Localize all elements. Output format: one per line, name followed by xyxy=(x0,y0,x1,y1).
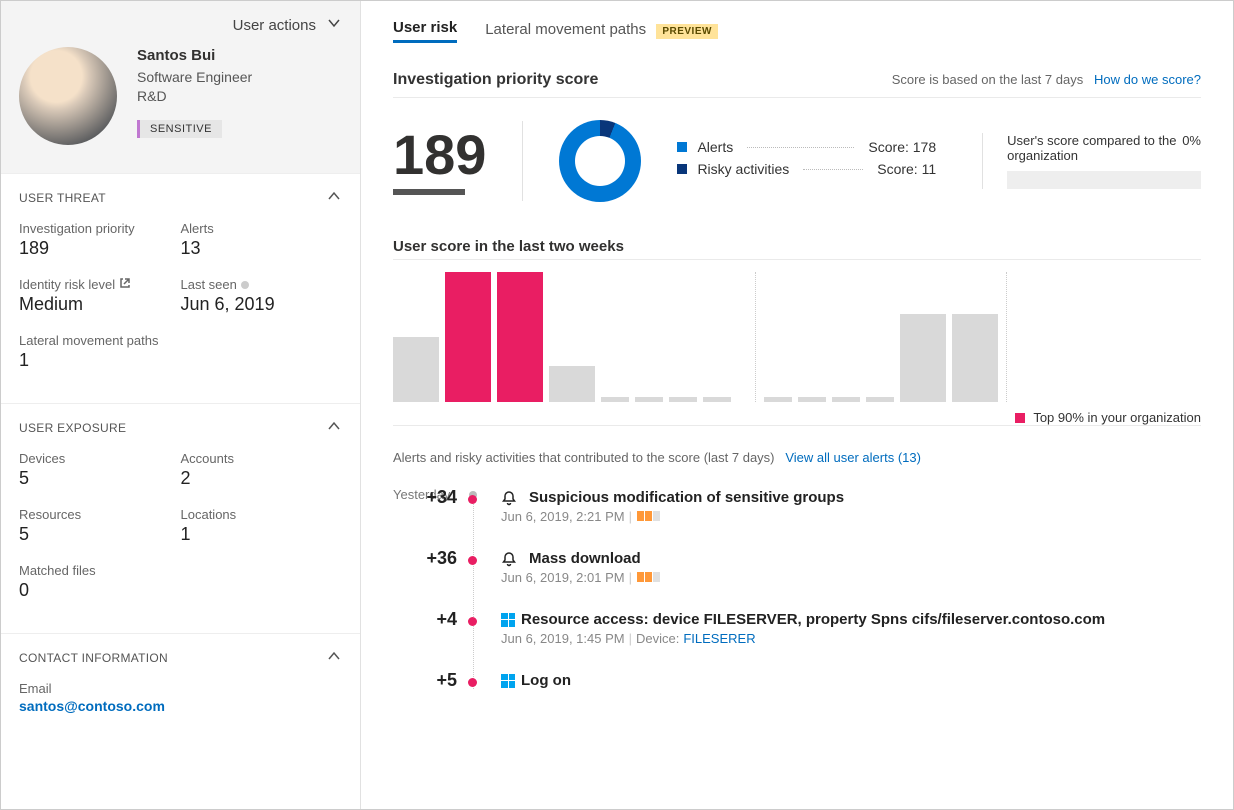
user-threat-header[interactable]: USER THREAT xyxy=(19,188,342,207)
windows-icon xyxy=(501,613,515,627)
timeline-item[interactable]: +34 Suspicious modification of sensitive… xyxy=(473,489,1201,524)
alerts-label: Alerts xyxy=(181,221,343,236)
device-link[interactable]: FILESERER xyxy=(683,631,755,646)
timeline-item[interactable]: +5 Log on xyxy=(473,672,1201,689)
view-all-alerts-link[interactable]: View all user alerts (13) xyxy=(785,450,921,465)
score-underline xyxy=(393,189,465,195)
devices-value: 5 xyxy=(19,468,181,489)
org-compare-block: User's score compared to the organizatio… xyxy=(982,133,1201,189)
timeline-dot-icon xyxy=(468,617,477,626)
how-do-we-score-link[interactable]: How do we score? xyxy=(1094,72,1201,87)
timeline-score: +36 xyxy=(407,548,457,569)
tab-user-risk[interactable]: User risk xyxy=(393,19,457,43)
score-breakdown: Alerts Score: 178 Risky activities Score… xyxy=(677,139,936,183)
timeline-item[interactable]: +36 Mass download Jun 6, 2019, 2:01 PM| xyxy=(473,550,1201,585)
timeline-score: +4 xyxy=(407,609,457,630)
severity-indicator xyxy=(636,570,660,585)
preview-badge: PREVIEW xyxy=(656,24,718,39)
user-title: Software Engineer xyxy=(137,68,252,87)
sidebar: User actions Santos Bui Software Enginee… xyxy=(1,1,361,809)
resources-value: 5 xyxy=(19,524,181,545)
status-dot-icon xyxy=(241,281,249,289)
timeline-score: +34 xyxy=(407,487,457,508)
legend-square-risky xyxy=(677,164,687,174)
divider xyxy=(522,121,523,201)
two-weeks-bar-chart xyxy=(393,272,1201,402)
lateral-paths-label: Lateral movement paths xyxy=(19,333,181,348)
chart-legend: Top 90% in your organization xyxy=(393,410,1201,425)
external-link-icon[interactable] xyxy=(119,277,131,292)
sidebar-header: User actions Santos Bui Software Enginee… xyxy=(1,1,360,173)
matched-files-value: 0 xyxy=(19,580,181,601)
user-actions-label: User actions xyxy=(233,17,316,34)
email-link[interactable]: santos@contoso.com xyxy=(19,698,165,714)
chevron-up-icon xyxy=(326,648,342,667)
tab-lateral-movement[interactable]: Lateral movement paths PREVIEW xyxy=(485,21,718,42)
investigation-priority-label: Investigation priority xyxy=(19,221,181,236)
chevron-up-icon xyxy=(326,188,342,207)
user-department: R&D xyxy=(137,87,252,106)
last-seen-value: Jun 6, 2019 xyxy=(181,294,343,315)
user-actions-menu[interactable]: User actions xyxy=(19,15,342,35)
score-basis: Score is based on the last 7 days How do… xyxy=(892,72,1201,87)
section-title-priority-score: Investigation priority score xyxy=(393,71,598,89)
tabs: User risk Lateral movement paths PREVIEW xyxy=(393,19,1201,43)
big-score-value: 189 xyxy=(393,127,486,183)
timeline-item[interactable]: +4 Resource access: device FILESERVER, p… xyxy=(473,611,1201,646)
two-weeks-title: User score in the last two weeks xyxy=(393,238,1201,255)
chevron-down-icon xyxy=(326,15,342,35)
timeline-dot-icon xyxy=(468,678,477,687)
org-compare-bar xyxy=(1007,171,1201,189)
identity-risk-value: Medium xyxy=(19,294,181,315)
contact-header[interactable]: CONTACT INFORMATION xyxy=(19,648,342,667)
email-label: Email xyxy=(19,681,342,696)
user-exposure-header[interactable]: USER EXPOSURE xyxy=(19,418,342,437)
investigation-priority-value: 189 xyxy=(19,238,181,259)
sensitive-badge: SENSITIVE xyxy=(137,120,222,138)
timeline: Yesterday +34 Suspicious modification of… xyxy=(393,489,1201,689)
windows-icon xyxy=(501,674,515,688)
identity-risk-label: Identity risk level xyxy=(19,277,181,292)
user-info: Santos Bui Software Engineer R&D SENSITI… xyxy=(137,47,252,138)
score-donut-chart xyxy=(559,120,641,202)
timeline-score: +5 xyxy=(407,670,457,691)
accounts-value: 2 xyxy=(181,468,343,489)
alerts-value: 13 xyxy=(181,238,343,259)
main-panel: User risk Lateral movement paths PREVIEW… xyxy=(361,1,1233,809)
severity-indicator xyxy=(636,509,660,524)
chevron-up-icon xyxy=(326,418,342,437)
legend-square-alerts xyxy=(677,142,687,152)
locations-value: 1 xyxy=(181,524,343,545)
user-exposure-section: USER EXPOSURE Devices5 Accounts2 Resourc… xyxy=(1,403,360,633)
last-seen-label: Last seen xyxy=(181,277,343,292)
bell-icon xyxy=(501,551,517,567)
contact-section: CONTACT INFORMATION Email santos@contoso… xyxy=(1,633,360,728)
user-threat-section: USER THREAT Investigation priority 189 A… xyxy=(1,173,360,403)
timeline-dot-icon xyxy=(468,556,477,565)
avatar xyxy=(19,47,117,145)
org-compare-value: 0% xyxy=(1182,133,1201,163)
big-score-block: 189 xyxy=(393,127,486,195)
timeline-dot-icon xyxy=(468,495,477,504)
user-name: Santos Bui xyxy=(137,47,252,64)
lateral-paths-value: 1 xyxy=(19,350,181,371)
bell-icon xyxy=(501,490,517,506)
legend-square-top90 xyxy=(1015,413,1025,423)
contributions-note: Alerts and risky activities that contrib… xyxy=(393,450,1201,465)
